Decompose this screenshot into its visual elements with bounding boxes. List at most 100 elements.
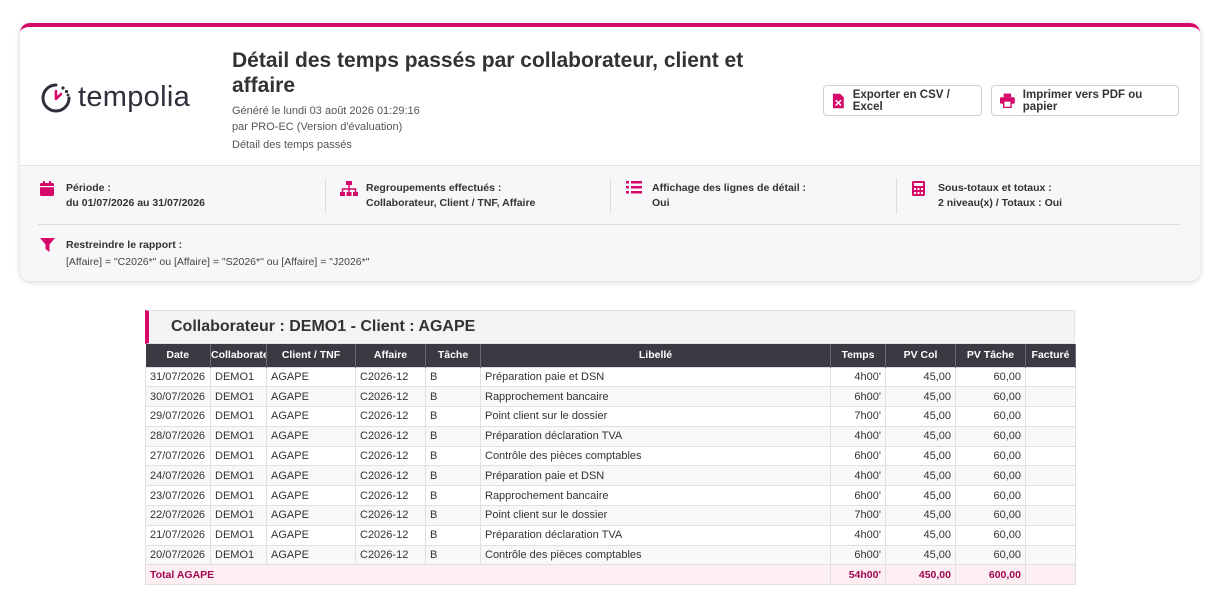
libelle-cell: Contrôle des pièces comptables — [480, 445, 831, 467]
pv-tache-cell: 60,00 — [955, 465, 1026, 487]
print-pdf-label: Imprimer vers PDF ou papier — [1022, 88, 1143, 113]
table-header-row: Date Collaborateur Client / TNF Affaire … — [145, 344, 1076, 367]
table-row: 21/07/2026 DEMO1 AGAPE C2026-12 B Préparation… — [145, 524, 1076, 546]
table-row: 20/07/2026 DEMO1 AGAPE C2026-12 B Contrôle de… — [145, 544, 1076, 566]
table-row: 28/07/2026 DEMO1 AGAPE C2026-12 B Préparation… — [145, 425, 1076, 447]
hierarchy-icon — [340, 181, 358, 196]
client-cell: AGAPE — [266, 544, 356, 566]
collaborateur-cell: DEMO1 — [210, 485, 267, 507]
column-header-pv-col[interactable]: PV Col — [885, 344, 956, 367]
libelle-cell: Préparation déclaration TVA — [480, 524, 831, 546]
tache-cell: B — [425, 425, 481, 447]
report-title: Détail des temps passés par collaborateu… — [232, 49, 744, 97]
date-cell: 23/07/2026 — [145, 485, 211, 507]
table-row: 29/07/2026 DEMO1 AGAPE C2026-12 B Point clien… — [145, 406, 1076, 427]
date-cell: 24/07/2026 — [145, 465, 211, 487]
tache-cell: B — [425, 366, 481, 388]
pv-col-cell: 45,00 — [885, 485, 956, 507]
regroupements-label: Regroupements effectués : — [366, 182, 502, 194]
facture-cell — [1025, 445, 1076, 467]
date-cell: 27/07/2026 — [145, 445, 211, 467]
column-header-facture[interactable]: Facturé — [1025, 344, 1076, 367]
collaborateur-cell: DEMO1 — [210, 366, 267, 388]
collaborateur-cell: DEMO1 — [210, 406, 267, 427]
pv-col-cell: 45,00 — [885, 544, 956, 566]
periode-label: Période : — [66, 182, 111, 194]
pv-tache-cell: 60,00 — [955, 524, 1026, 546]
clock-logo-icon — [41, 83, 71, 112]
libelle-cell: Point client sur le dossier — [480, 406, 831, 427]
facture-cell — [1025, 485, 1076, 507]
client-cell: AGAPE — [266, 445, 356, 467]
totaux-label: Sous-totaux et totaux : — [938, 182, 1052, 194]
facture-cell — [1025, 366, 1076, 388]
separator — [610, 178, 611, 214]
pv-tache-cell: 60,00 — [955, 445, 1026, 467]
print-pdf-button[interactable]: Imprimer vers PDF ou papier — [991, 85, 1179, 116]
tache-cell: B — [425, 505, 481, 526]
tache-cell: B — [425, 544, 481, 566]
printer-icon — [1000, 93, 1015, 108]
affichage-value: Oui — [652, 197, 670, 209]
pv-tache-cell: 60,00 — [955, 386, 1026, 408]
pv-col-cell: 45,00 — [885, 524, 956, 546]
affaire-cell: C2026-12 — [355, 406, 426, 427]
totaux-value: 2 niveau(x) / Totaux : Oui — [938, 197, 1063, 209]
filtre-value: [Affaire] = "C2026*" ou [Affaire] = "S20… — [66, 256, 370, 268]
calendar-icon — [40, 181, 54, 196]
libelle-cell: Point client sur le dossier — [480, 505, 831, 526]
pv-col-cell: 45,00 — [885, 406, 956, 427]
client-cell: AGAPE — [266, 465, 356, 487]
client-cell: AGAPE — [266, 505, 356, 526]
column-header-temps[interactable]: Temps — [830, 344, 886, 367]
pv-tache-cell: 60,00 — [955, 406, 1026, 427]
tache-cell: B — [425, 406, 481, 427]
logo-text: tempolia — [78, 81, 191, 113]
facture-cell — [1025, 524, 1076, 546]
pv-col-cell: 45,00 — [885, 465, 956, 487]
report-header-card: tempolia Détail des temps passés par col… — [20, 23, 1200, 281]
column-header-tache[interactable]: Tâche — [425, 344, 481, 367]
tache-cell: B — [425, 386, 481, 408]
pv-tache-cell: 60,00 — [955, 485, 1026, 507]
affaire-cell: C2026-12 — [355, 445, 426, 467]
client-cell: AGAPE — [266, 425, 356, 447]
collaborateur-cell: DEMO1 — [210, 465, 267, 487]
facture-cell — [1025, 505, 1076, 526]
date-cell: 28/07/2026 — [145, 425, 211, 447]
column-header-collaborateur[interactable]: Collaborateur — [210, 344, 267, 367]
column-header-date[interactable]: Date — [145, 344, 211, 367]
temps-cell: 6h00' — [830, 485, 886, 507]
affaire-cell: C2026-12 — [355, 425, 426, 447]
report-header-top: tempolia Détail des temps passés par col… — [20, 27, 1200, 165]
affichage-info: Affichage des lignes de détail : Oui — [626, 181, 806, 211]
group-section: Collaborateur : DEMO1 - Client : AGAPE D… — [145, 310, 1076, 586]
date-cell: 21/07/2026 — [145, 524, 211, 546]
affaire-cell: C2026-12 — [355, 505, 426, 526]
facture-cell — [1025, 425, 1076, 447]
date-cell: 30/07/2026 — [145, 386, 211, 408]
pv-tache-cell: 60,00 — [955, 425, 1026, 447]
column-header-client[interactable]: Client / TNF — [266, 344, 356, 367]
pv-tache-cell: 60,00 — [955, 366, 1026, 388]
column-header-pv-tache[interactable]: PV Tâche — [955, 344, 1026, 367]
table-row: 27/07/2026 DEMO1 AGAPE C2026-12 B Contrôle de… — [145, 445, 1076, 467]
collaborateur-cell: DEMO1 — [210, 445, 267, 467]
time-entries-table: Date Collaborateur Client / TNF Affaire … — [145, 344, 1076, 586]
temps-cell: 4h00' — [830, 366, 886, 388]
totaux-info: Sous-totaux et totaux : 2 niveau(x) / To… — [912, 181, 1062, 211]
divider — [38, 224, 1180, 225]
collaborateur-cell: DEMO1 — [210, 544, 267, 566]
affaire-cell: C2026-12 — [355, 524, 426, 546]
report-parameters: Période : du 01/07/2026 au 31/07/2026 Re… — [20, 165, 1200, 281]
pv-col-cell: 45,00 — [885, 445, 956, 467]
column-header-libelle[interactable]: Libellé — [480, 344, 831, 367]
temps-cell: 7h00' — [830, 406, 886, 427]
list-icon — [626, 181, 642, 194]
column-header-affaire[interactable]: Affaire — [355, 344, 426, 367]
report-subtitle: Détail des temps passés — [232, 139, 352, 151]
facture-cell — [1025, 386, 1076, 408]
pv-col-cell: 45,00 — [885, 505, 956, 526]
export-csv-button[interactable]: Exporter en CSV / Excel — [823, 85, 982, 116]
date-cell: 22/07/2026 — [145, 505, 211, 526]
